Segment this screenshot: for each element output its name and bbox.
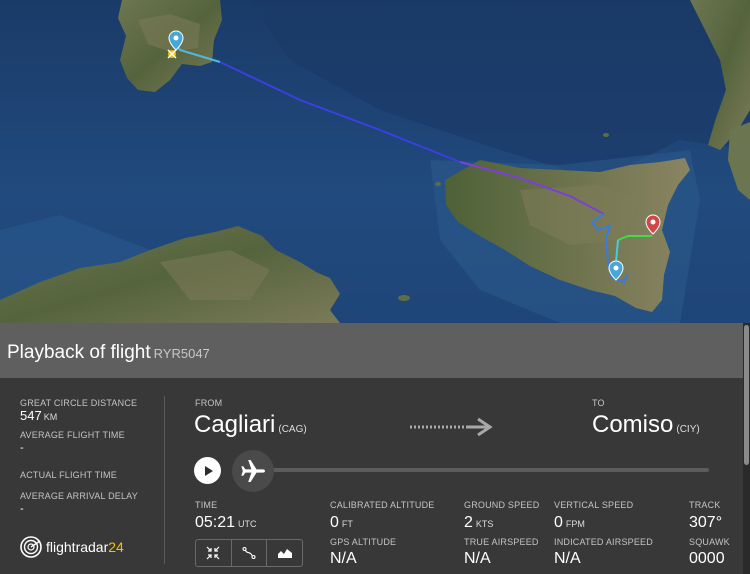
great-circle-distance-unit: KM: [43, 412, 58, 422]
playback-panel: Playback of flight RYR5047 GREAT CIRCLE D…: [0, 323, 743, 574]
playback-slider-handle[interactable]: [232, 450, 274, 492]
map-canvas: [0, 0, 750, 323]
flightradar24-logo[interactable]: flightradar24: [20, 535, 124, 559]
fit-view-icon: [206, 546, 220, 560]
origin-airport-code: (CAG): [278, 424, 307, 435]
from-label: FROM: [195, 398, 223, 408]
true-airspeed-value: N/A: [464, 550, 491, 567]
map-view-controls: [195, 539, 303, 567]
play-icon: [204, 465, 213, 476]
origin-city-name: Cagliari: [194, 411, 276, 438]
destination-airport-code: (CIY): [676, 424, 700, 435]
calibrated-altitude-number: 0: [330, 514, 339, 531]
indicated-airspeed-value: N/A: [554, 550, 581, 567]
time-label: TIME: [195, 500, 218, 510]
calibrated-altitude-unit: FT: [341, 519, 353, 529]
altitude-chart-button[interactable]: [267, 540, 302, 566]
to-label: TO: [592, 398, 605, 408]
route-button[interactable]: [232, 540, 268, 566]
vertical-speed-number: 0: [554, 514, 563, 531]
time-number: 05:21: [195, 514, 236, 531]
route-icon: [242, 546, 256, 560]
dotted-arrow-right-icon: [410, 417, 493, 437]
gps-altitude-value: N/A: [330, 550, 357, 567]
airplane-icon: [241, 460, 265, 482]
destination-city[interactable]: Comiso (CIY): [592, 411, 700, 439]
radar-logo-icon: [20, 536, 42, 558]
average-arrival-delay-label: AVERAGE ARRIVAL DELAY: [20, 491, 138, 501]
ground-speed-number: 2: [464, 514, 473, 531]
flight-map[interactable]: [0, 0, 750, 323]
calibrated-altitude-value: 0 FT: [330, 514, 353, 532]
great-circle-distance-number: 547: [20, 408, 42, 423]
ground-speed-unit: KTS: [475, 519, 494, 529]
altitude-chart-icon: [277, 549, 292, 558]
panel-title-text: Playback of flight: [7, 342, 151, 363]
playback-timeline[interactable]: [268, 468, 709, 472]
vertical-speed-value: 0 FPM: [554, 514, 585, 532]
average-flight-time-value: -: [20, 442, 24, 454]
average-arrival-delay-value: -: [20, 503, 24, 515]
panel-header: Playback of flight RYR5047: [0, 323, 743, 378]
track-value: 307°: [689, 514, 723, 531]
flight-number[interactable]: RYR5047: [154, 346, 210, 361]
fit-view-button[interactable]: [196, 540, 232, 566]
destination-city-name: Comiso: [592, 411, 674, 438]
track-label: TRACK: [689, 500, 721, 510]
vertical-speed-label: VERTICAL SPEED: [554, 500, 634, 510]
origin-city[interactable]: Cagliari (CAG): [194, 411, 307, 439]
play-button[interactable]: [194, 457, 221, 484]
calibrated-altitude-label: CALIBRATED ALTITUDE: [330, 500, 435, 510]
actual-flight-time-label: ACTUAL FLIGHT TIME: [20, 470, 117, 480]
panel-scrollbar[interactable]: [743, 323, 750, 574]
true-airspeed-label: TRUE AIRSPEED: [464, 537, 539, 547]
gps-altitude-label: GPS ALTITUDE: [330, 537, 397, 547]
vertical-speed-unit: FPM: [565, 519, 585, 529]
ground-speed-label: GROUND SPEED: [464, 500, 540, 510]
time-value: 05:21 UTC: [195, 514, 257, 532]
column-divider: [164, 396, 165, 564]
average-flight-time-label: AVERAGE FLIGHT TIME: [20, 430, 125, 440]
logo-name: flightradar: [46, 539, 109, 555]
squawk-label: SQUAWK: [689, 537, 730, 547]
logo-wordmark: flightradar24: [46, 539, 124, 555]
logo-suffix: 24: [108, 539, 124, 555]
time-unit: UTC: [238, 519, 257, 529]
flight-summary: GREAT CIRCLE DISTANCE 547 KM AVERAGE FLIG…: [20, 398, 160, 515]
great-circle-distance-label: GREAT CIRCLE DISTANCE: [20, 398, 138, 408]
squawk-value: 0000: [689, 550, 725, 567]
indicated-airspeed-label: INDICATED AIRSPEED: [554, 537, 653, 547]
origin-airport-marker[interactable]: [167, 49, 177, 59]
panel-title: Playback of flight RYR5047: [7, 342, 210, 364]
great-circle-distance-value: 547 KM: [20, 408, 160, 423]
ground-speed-value: 2 KTS: [464, 514, 493, 532]
scrollbar-thumb[interactable]: [744, 325, 749, 465]
